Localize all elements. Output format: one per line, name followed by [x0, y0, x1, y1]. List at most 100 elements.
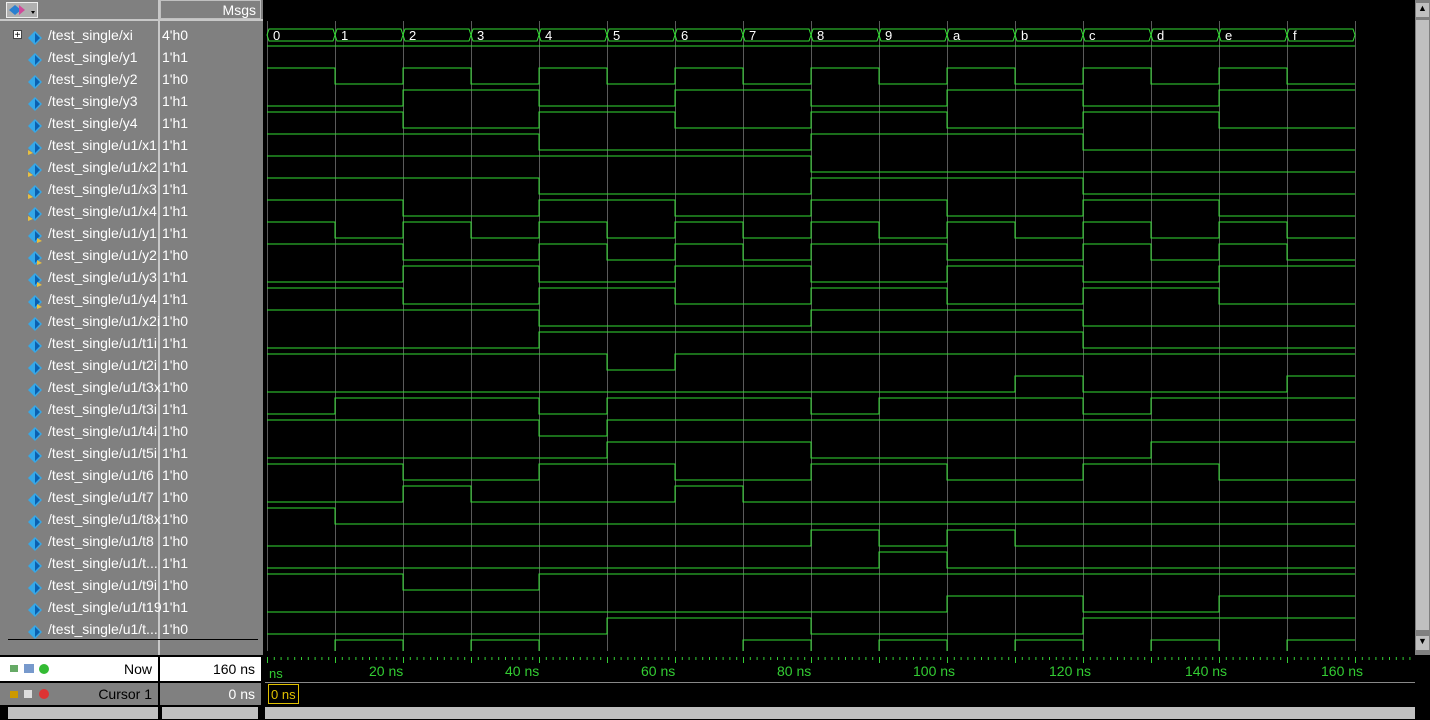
bus-value: b — [1021, 28, 1028, 43]
signal-icon — [28, 469, 42, 485]
output-icon — [28, 293, 42, 309]
signal-name: /test_single/u1/t8 — [48, 533, 154, 549]
signal-row[interactable]: /test_single/u1/x1 — [8, 134, 158, 156]
signal-value: 1'h0 — [162, 467, 189, 483]
signal-row[interactable]: /test_single/u1/t5i — [8, 442, 158, 464]
signal-value: 1'h0 — [162, 621, 189, 637]
signal-value: 1'h1 — [162, 181, 189, 197]
signal-row[interactable]: /test_single/u1/y4 — [8, 288, 158, 310]
signal-name: /test_single/xi — [48, 27, 133, 43]
bus-value: 4 — [545, 28, 552, 43]
signal-row[interactable]: /test_single/u1/t6 — [8, 464, 158, 486]
bus-value: d — [1157, 28, 1164, 43]
expand-icon[interactable]: + — [13, 30, 22, 41]
signal-name: /test_single/u1/y3 — [48, 269, 157, 285]
signal-row[interactable]: /test_single/u1/t... — [8, 552, 158, 574]
waveform — [267, 397, 1355, 415]
signal-row[interactable]: + /test_single/xi — [8, 24, 158, 46]
input-icon — [28, 183, 42, 199]
bus-segment — [1286, 28, 1356, 42]
signal-hscroll[interactable] — [8, 707, 158, 719]
signal-row[interactable]: /test_single/u1/t1i — [8, 332, 158, 354]
signal-row[interactable]: /test_single/y1 — [8, 46, 158, 68]
signal-row[interactable]: /test_single/u1/t19 — [8, 596, 162, 618]
scroll-thumb[interactable] — [1416, 20, 1429, 630]
bus-value: c — [1089, 28, 1096, 43]
time-ruler[interactable] — [265, 655, 1415, 707]
signal-name: /test_single/u1/y2 — [48, 247, 157, 263]
cursor-value: 0 ns — [228, 686, 255, 702]
signal-value: 1'h0 — [162, 423, 189, 439]
signal-row[interactable]: /test_single/u1/y1 — [8, 222, 158, 244]
signal-value: 1'h0 — [162, 577, 189, 593]
signal-value: 1'h1 — [162, 599, 189, 615]
bus-value: 2 — [409, 28, 416, 43]
output-icon — [28, 249, 42, 265]
signal-row[interactable]: /test_single/u1/x2 — [8, 156, 158, 178]
signal-name: /test_single/u1/t2i — [48, 357, 157, 373]
signal-icon — [28, 557, 42, 573]
signal-row[interactable]: /test_single/u1/x2i — [8, 310, 161, 332]
signal-name: /test_single/u1/t... — [48, 621, 158, 637]
signal-value: 1'h1 — [162, 49, 189, 65]
bus-value: 6 — [681, 28, 688, 43]
signal-value: 1'h1 — [162, 159, 189, 175]
signal-value: 1'h1 — [162, 269, 189, 285]
vertical-scrollbar[interactable]: ▲ ▼ — [1415, 0, 1430, 655]
signal-icon — [28, 491, 42, 507]
signal-value: 1'h0 — [162, 247, 189, 263]
scroll-up-icon[interactable]: ▲ — [1416, 3, 1429, 17]
input-icon — [28, 205, 42, 221]
signal-icon — [28, 601, 42, 617]
signal-row[interactable]: /test_single/u1/t... — [8, 618, 158, 640]
signal-row[interactable]: /test_single/u1/y2 — [8, 244, 158, 266]
signal-icon — [28, 381, 42, 397]
now-tools-icon[interactable] — [8, 657, 58, 681]
waveform — [267, 441, 1355, 459]
waveform — [267, 243, 1355, 261]
bus-value: 1 — [341, 28, 348, 43]
signal-value: 1'h1 — [162, 555, 189, 571]
cursor-row: Cursor 1 — [0, 683, 158, 705]
signal-icon — [28, 95, 42, 111]
wave-hscroll[interactable] — [265, 707, 1415, 719]
signal-row[interactable]: /test_single/u1/x4 — [8, 200, 158, 222]
signal-value: 1'h0 — [162, 511, 189, 527]
signal-row[interactable]: /test_single/u1/t3x — [8, 376, 161, 398]
signal-row[interactable]: /test_single/y4 — [8, 112, 158, 134]
signal-row[interactable]: /test_single/u1/t7 — [8, 486, 158, 508]
signal-row[interactable]: /test_single/u1/t9i — [8, 574, 158, 596]
cursor-label: Cursor 1 — [98, 686, 152, 702]
scroll-down-icon[interactable]: ▼ — [1416, 636, 1429, 650]
waveform — [267, 221, 1355, 239]
signal-value: 1'h1 — [162, 401, 189, 417]
waveform — [267, 199, 1355, 217]
signal-row[interactable]: /test_single/u1/t8x — [8, 508, 161, 530]
input-icon — [28, 161, 42, 177]
toolbar-button[interactable] — [6, 2, 38, 18]
signal-row[interactable]: /test_single/u1/t4i — [8, 420, 158, 442]
signal-row[interactable]: /test_single/u1/t2i — [8, 354, 158, 376]
signal-icon — [28, 425, 42, 441]
signal-row[interactable]: /test_single/u1/x3 — [8, 178, 158, 200]
time-tick-label: 120 ns — [1049, 663, 1092, 679]
signal-icon — [28, 513, 42, 529]
cursor-marker[interactable]: 0 ns — [268, 684, 299, 704]
signal-icon — [28, 315, 42, 331]
signal-row[interactable]: /test_single/y3 — [8, 90, 158, 112]
signal-name: /test_single/u1/x4 — [48, 203, 157, 219]
signal-name: /test_single/u1/x2i — [48, 313, 161, 329]
signal-row[interactable]: /test_single/u1/t3i — [8, 398, 158, 420]
signal-name: /test_single/u1/t7 — [48, 489, 154, 505]
signal-icon — [28, 359, 42, 375]
signal-value: 1'h1 — [162, 291, 189, 307]
signal-row[interactable]: /test_single/u1/y3 — [8, 266, 158, 288]
signal-row[interactable]: /test_single/u1/t8 — [8, 530, 158, 552]
signal-name: /test_single/y3 — [48, 93, 138, 109]
msgs-hscroll[interactable] — [162, 707, 258, 719]
time-tick-label: 80 ns — [777, 663, 812, 679]
wave-area[interactable]: 0 1 2 3 4 5 6 7 8 9 a b c d e f — [265, 21, 1415, 651]
cursor-tools-icon[interactable] — [8, 683, 58, 705]
signal-row[interactable]: /test_single/y2 — [8, 68, 158, 90]
signal-name: /test_single/u1/t... — [48, 555, 158, 571]
